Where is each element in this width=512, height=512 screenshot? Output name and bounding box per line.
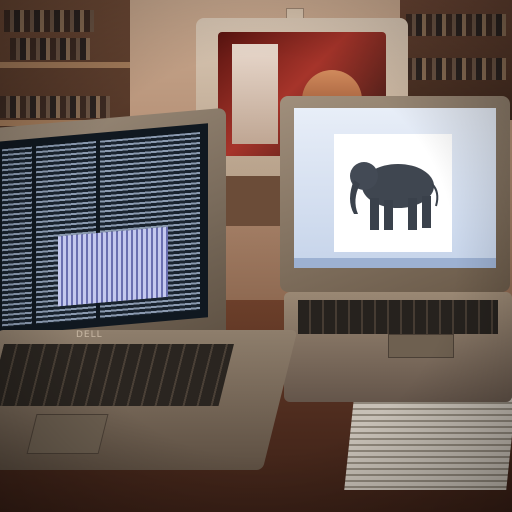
books-row	[4, 10, 94, 32]
laptop-brand-logo: DELL	[76, 330, 103, 340]
left-laptop-screen	[0, 123, 208, 336]
taskbar	[294, 258, 496, 268]
shelf-board	[0, 62, 130, 68]
right-laptop-screen	[294, 108, 496, 268]
terminal-text-block	[58, 226, 168, 307]
tv-person-left	[232, 44, 278, 144]
left-laptop-base	[0, 330, 298, 470]
left-laptop-touchpad	[26, 414, 109, 454]
right-laptop-touchpad	[388, 334, 454, 358]
right-laptop-keyboard	[298, 300, 498, 334]
elephant-icon	[350, 162, 439, 230]
elephant-photo	[334, 134, 452, 252]
left-laptop-lid	[0, 107, 226, 359]
books-row	[0, 96, 110, 118]
books-row	[10, 38, 90, 60]
right-laptop-base	[284, 292, 512, 402]
left-laptop-keyboard	[0, 344, 234, 406]
books-row	[406, 14, 506, 36]
right-laptop-lid	[280, 96, 510, 292]
photo-scene: DELL	[0, 0, 512, 512]
terminal-text-column	[2, 146, 32, 328]
books-row	[406, 58, 506, 80]
